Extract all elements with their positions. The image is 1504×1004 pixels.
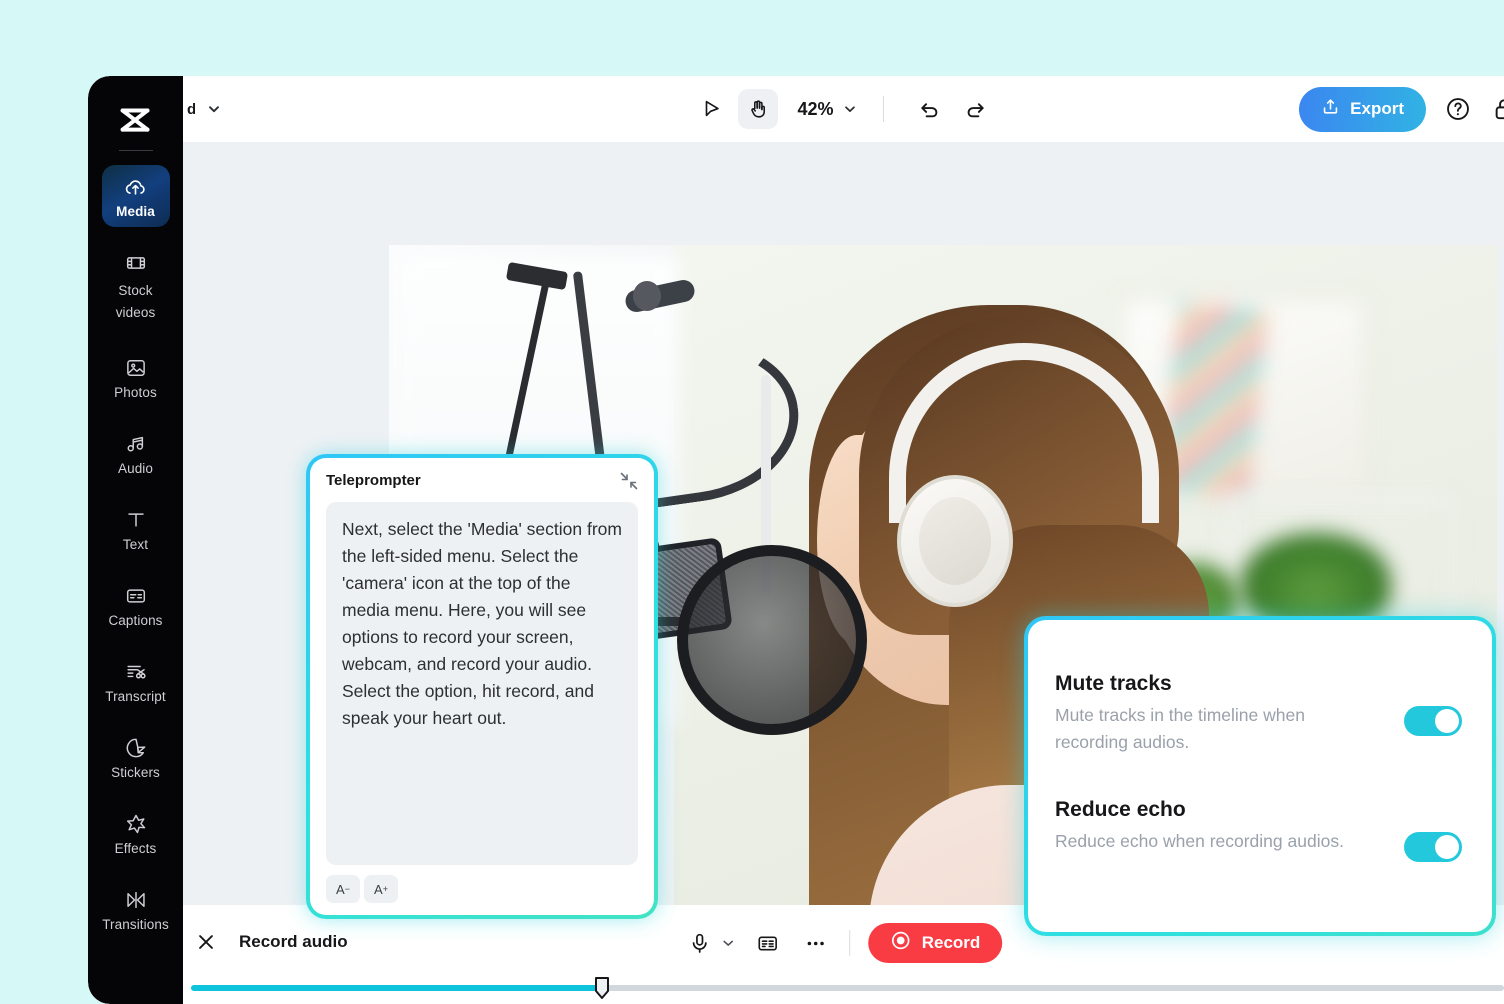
sidebar-item-effects[interactable]: Effects (102, 802, 170, 864)
transitions-icon (123, 887, 149, 913)
project-name: d (187, 101, 195, 118)
zoom-selector[interactable]: 42% (797, 99, 856, 120)
transcript-scissors-icon (123, 659, 149, 685)
select-cursor-icon[interactable] (691, 89, 731, 129)
record-bar-divider (849, 930, 850, 956)
sidebar-item-label: Captions (108, 613, 162, 628)
canvas-tools: 42% (691, 89, 995, 129)
teleprompter-panel[interactable]: Teleprompter Next, select the 'Media' se… (306, 454, 658, 919)
sidebar-item-label: Media (116, 204, 155, 219)
recording-settings-popover[interactable]: Mute tracks Mute tracks in the timeline … (1024, 616, 1496, 936)
export-label: Export (1350, 99, 1404, 119)
font-decrease-label: A (336, 882, 345, 897)
sidebar-item-stock-videos[interactable]: Stock videos (102, 241, 170, 332)
sidebar-item-label: Stickers (111, 765, 160, 780)
microphone-icon[interactable] (685, 928, 715, 958)
chevron-down-icon[interactable] (843, 102, 857, 116)
undo-arrow-icon[interactable] (910, 89, 950, 129)
record-label: Record (922, 933, 981, 953)
sidebar-item-label: Text (123, 537, 148, 552)
captions-icon (123, 583, 149, 609)
setting-row-reduce-echo: Reduce echo Reduce echo when recording a… (1055, 798, 1462, 862)
cloud-upload-icon (123, 174, 149, 200)
canvas-area[interactable]: Teleprompter Next, select the 'Media' se… (183, 142, 1504, 981)
project-selector[interactable]: d (187, 101, 221, 118)
setting-title: Reduce echo (1055, 798, 1344, 822)
sidebar-item-label: Stock videos (102, 280, 170, 324)
sidebar-item-label: Transcript (105, 689, 166, 704)
app-window: Teleprompter Next, select the 'Media' se… (88, 76, 1504, 1004)
sidebar-item-label: Effects (115, 841, 157, 856)
timeline-playhead[interactable] (594, 976, 610, 1000)
music-note-icon (123, 431, 149, 457)
top-toolbar: d 42% (183, 76, 1504, 142)
left-sidebar: Media Stock videos Photos (88, 76, 183, 1004)
record-bar-controls: Record (685, 923, 1003, 963)
setting-description: Reduce echo when recording audios. (1055, 828, 1344, 855)
font-decrease-button[interactable]: A− (326, 875, 360, 903)
scene-headphone-cup-inner (919, 497, 991, 585)
teleprompter-script[interactable]: Next, select the 'Media' section from th… (326, 502, 638, 865)
zoom-level: 42% (797, 99, 833, 120)
text-t-icon (123, 507, 149, 533)
scene-shelf-top (1227, 495, 1457, 504)
teleprompter-font-controls: A− A+ (326, 875, 638, 903)
sidebar-item-label: Photos (114, 385, 157, 400)
setting-description: Mute tracks in the timeline when recordi… (1055, 702, 1373, 756)
toggle-knob (1435, 835, 1459, 859)
close-x-icon[interactable] (191, 927, 221, 957)
sidebar-item-label: Audio (118, 461, 153, 476)
sidebar-item-label: Transitions (102, 917, 169, 932)
collapse-diagonal-icon[interactable] (620, 472, 638, 490)
microphone-selector[interactable] (685, 928, 735, 958)
sidebar-item-transitions[interactable]: Transitions (102, 878, 170, 940)
sidebar-item-transcript[interactable]: Transcript (102, 650, 170, 712)
redo-arrow-icon[interactable] (956, 89, 996, 129)
font-increase-button[interactable]: A+ (364, 875, 398, 903)
image-icon (123, 355, 149, 381)
teleprompter-panel-icon[interactable] (753, 928, 783, 958)
sticker-icon (123, 735, 149, 761)
reduce-echo-toggle[interactable] (1404, 832, 1462, 862)
font-increase-label: A (374, 882, 383, 897)
sidebar-item-media[interactable]: Media (102, 165, 170, 227)
more-horizontal-icon[interactable] (801, 928, 831, 958)
font-decrease-sup: − (345, 884, 350, 894)
recording-timeline-track[interactable] (191, 985, 1504, 991)
sidebar-divider (119, 150, 153, 151)
film-strip-icon (123, 250, 149, 276)
topbar-right-actions: Export (1299, 76, 1504, 142)
record-circle-icon (890, 930, 911, 956)
record-bar-left: Record audio (191, 927, 348, 957)
lock-icon[interactable] (1490, 95, 1504, 123)
teleprompter-title: Teleprompter (326, 472, 421, 489)
sidebar-item-photos[interactable]: Photos (102, 346, 170, 408)
sidebar-item-audio[interactable]: Audio (102, 422, 170, 484)
setting-row-mute-tracks: Mute tracks Mute tracks in the timeline … (1055, 672, 1462, 756)
track-progress-fill (191, 985, 602, 991)
hand-pan-icon[interactable] (737, 89, 777, 129)
mute-tracks-toggle[interactable] (1404, 706, 1462, 736)
sidebar-item-stickers[interactable]: Stickers (102, 726, 170, 788)
toolbar-divider (883, 96, 884, 122)
sidebar-item-captions[interactable]: Captions (102, 574, 170, 636)
question-circle-icon[interactable] (1444, 95, 1472, 123)
chevron-down-icon[interactable] (721, 936, 735, 950)
font-increase-sup: + (383, 884, 388, 894)
setting-title: Mute tracks (1055, 672, 1373, 696)
sidebar-item-text[interactable]: Text (102, 498, 170, 560)
record-bar-title: Record audio (239, 932, 348, 952)
export-button[interactable]: Export (1299, 87, 1426, 132)
teleprompter-header: Teleprompter (326, 472, 638, 490)
upload-share-icon (1321, 97, 1340, 121)
chevron-down-icon[interactable] (207, 102, 221, 116)
capcut-logo-icon[interactable] (113, 98, 159, 144)
scene-popfilter (677, 545, 867, 735)
record-button[interactable]: Record (868, 923, 1003, 963)
sparkle-star-icon (123, 811, 149, 837)
toggle-knob (1435, 709, 1459, 733)
scene-mic-knob-center (633, 281, 661, 311)
